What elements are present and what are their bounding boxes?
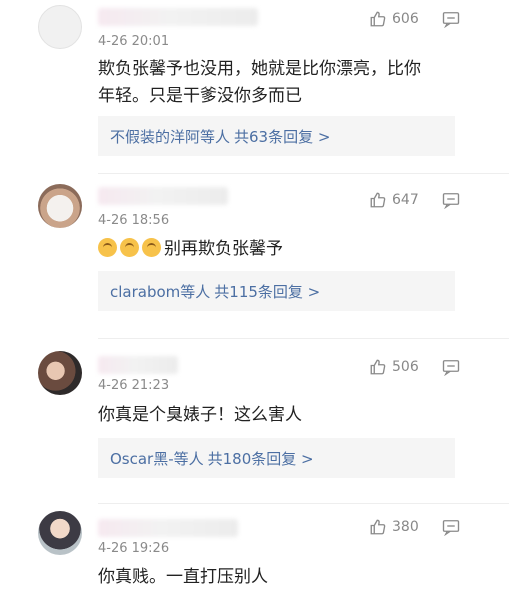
thumbs-up-icon bbox=[370, 192, 386, 208]
reply-button[interactable] bbox=[442, 11, 460, 32]
divider bbox=[98, 338, 509, 339]
thumbs-up-icon bbox=[370, 359, 386, 375]
like-count: 647 bbox=[392, 192, 419, 208]
like-count: 380 bbox=[392, 519, 419, 535]
comment-time: 4-26 19:26 bbox=[98, 541, 170, 556]
view-replies-link[interactable]: Oscar黑-等人 共180条回复 > bbox=[98, 438, 455, 478]
comment-time: 4-26 21:23 bbox=[98, 378, 170, 393]
like-button[interactable]: 606 bbox=[369, 10, 419, 28]
reply-users: 不假装的洋阿等人 bbox=[110, 127, 231, 146]
upside-down-face-emoji bbox=[142, 238, 161, 257]
like-button[interactable]: 647 bbox=[369, 191, 419, 209]
like-count: 506 bbox=[392, 359, 419, 375]
comment-reply-icon bbox=[442, 360, 460, 377]
view-replies-link[interactable]: clarabom等人 共115条回复 > bbox=[98, 271, 455, 311]
username-redacted[interactable] bbox=[98, 187, 228, 205]
thumbs-up-icon bbox=[370, 519, 386, 535]
username-redacted[interactable] bbox=[98, 519, 238, 537]
comment-text: 别再欺负张馨予 bbox=[98, 236, 448, 263]
divider bbox=[98, 503, 509, 504]
comment-text: 欺负张馨予也没用，她就是比你漂亮，比你 年轻。只是干爹没你多而已 bbox=[98, 59, 421, 106]
reply-count: 共180条回复 > bbox=[207, 449, 314, 468]
avatar[interactable] bbox=[38, 351, 82, 395]
view-replies-link[interactable]: 不假装的洋阿等人 共63条回复 > bbox=[98, 116, 455, 156]
avatar[interactable] bbox=[38, 184, 82, 228]
comment-reply-icon bbox=[442, 12, 460, 29]
reply-button[interactable] bbox=[442, 359, 460, 380]
comment-reply-icon bbox=[442, 520, 460, 537]
comment-text: 你真贱。一直打压别人 bbox=[98, 567, 268, 587]
reply-button[interactable] bbox=[442, 192, 460, 213]
reply-count: 共63条回复 > bbox=[234, 127, 331, 146]
comment-text: 你真是个臭婊子！这么害人 bbox=[98, 405, 302, 425]
upside-down-face-emoji bbox=[98, 238, 117, 257]
like-count: 606 bbox=[392, 11, 419, 27]
username-redacted[interactable] bbox=[98, 8, 258, 26]
comment-reply-icon bbox=[442, 193, 460, 210]
thumbs-up-icon bbox=[370, 11, 386, 27]
comment-time: 4-26 18:56 bbox=[98, 213, 170, 228]
reply-users: Oscar黑-等人 bbox=[110, 449, 204, 468]
like-button[interactable]: 380 bbox=[369, 518, 419, 536]
comment-time: 4-26 20:01 bbox=[98, 34, 170, 49]
avatar[interactable] bbox=[38, 511, 82, 555]
reply-count: 共115条回复 > bbox=[214, 282, 321, 301]
username-redacted[interactable] bbox=[98, 356, 178, 374]
avatar[interactable] bbox=[38, 5, 82, 49]
reply-users: clarabom等人 bbox=[110, 282, 211, 301]
reply-button[interactable] bbox=[442, 519, 460, 540]
upside-down-face-emoji bbox=[120, 238, 139, 257]
like-button[interactable]: 506 bbox=[369, 358, 419, 376]
divider bbox=[98, 173, 509, 174]
